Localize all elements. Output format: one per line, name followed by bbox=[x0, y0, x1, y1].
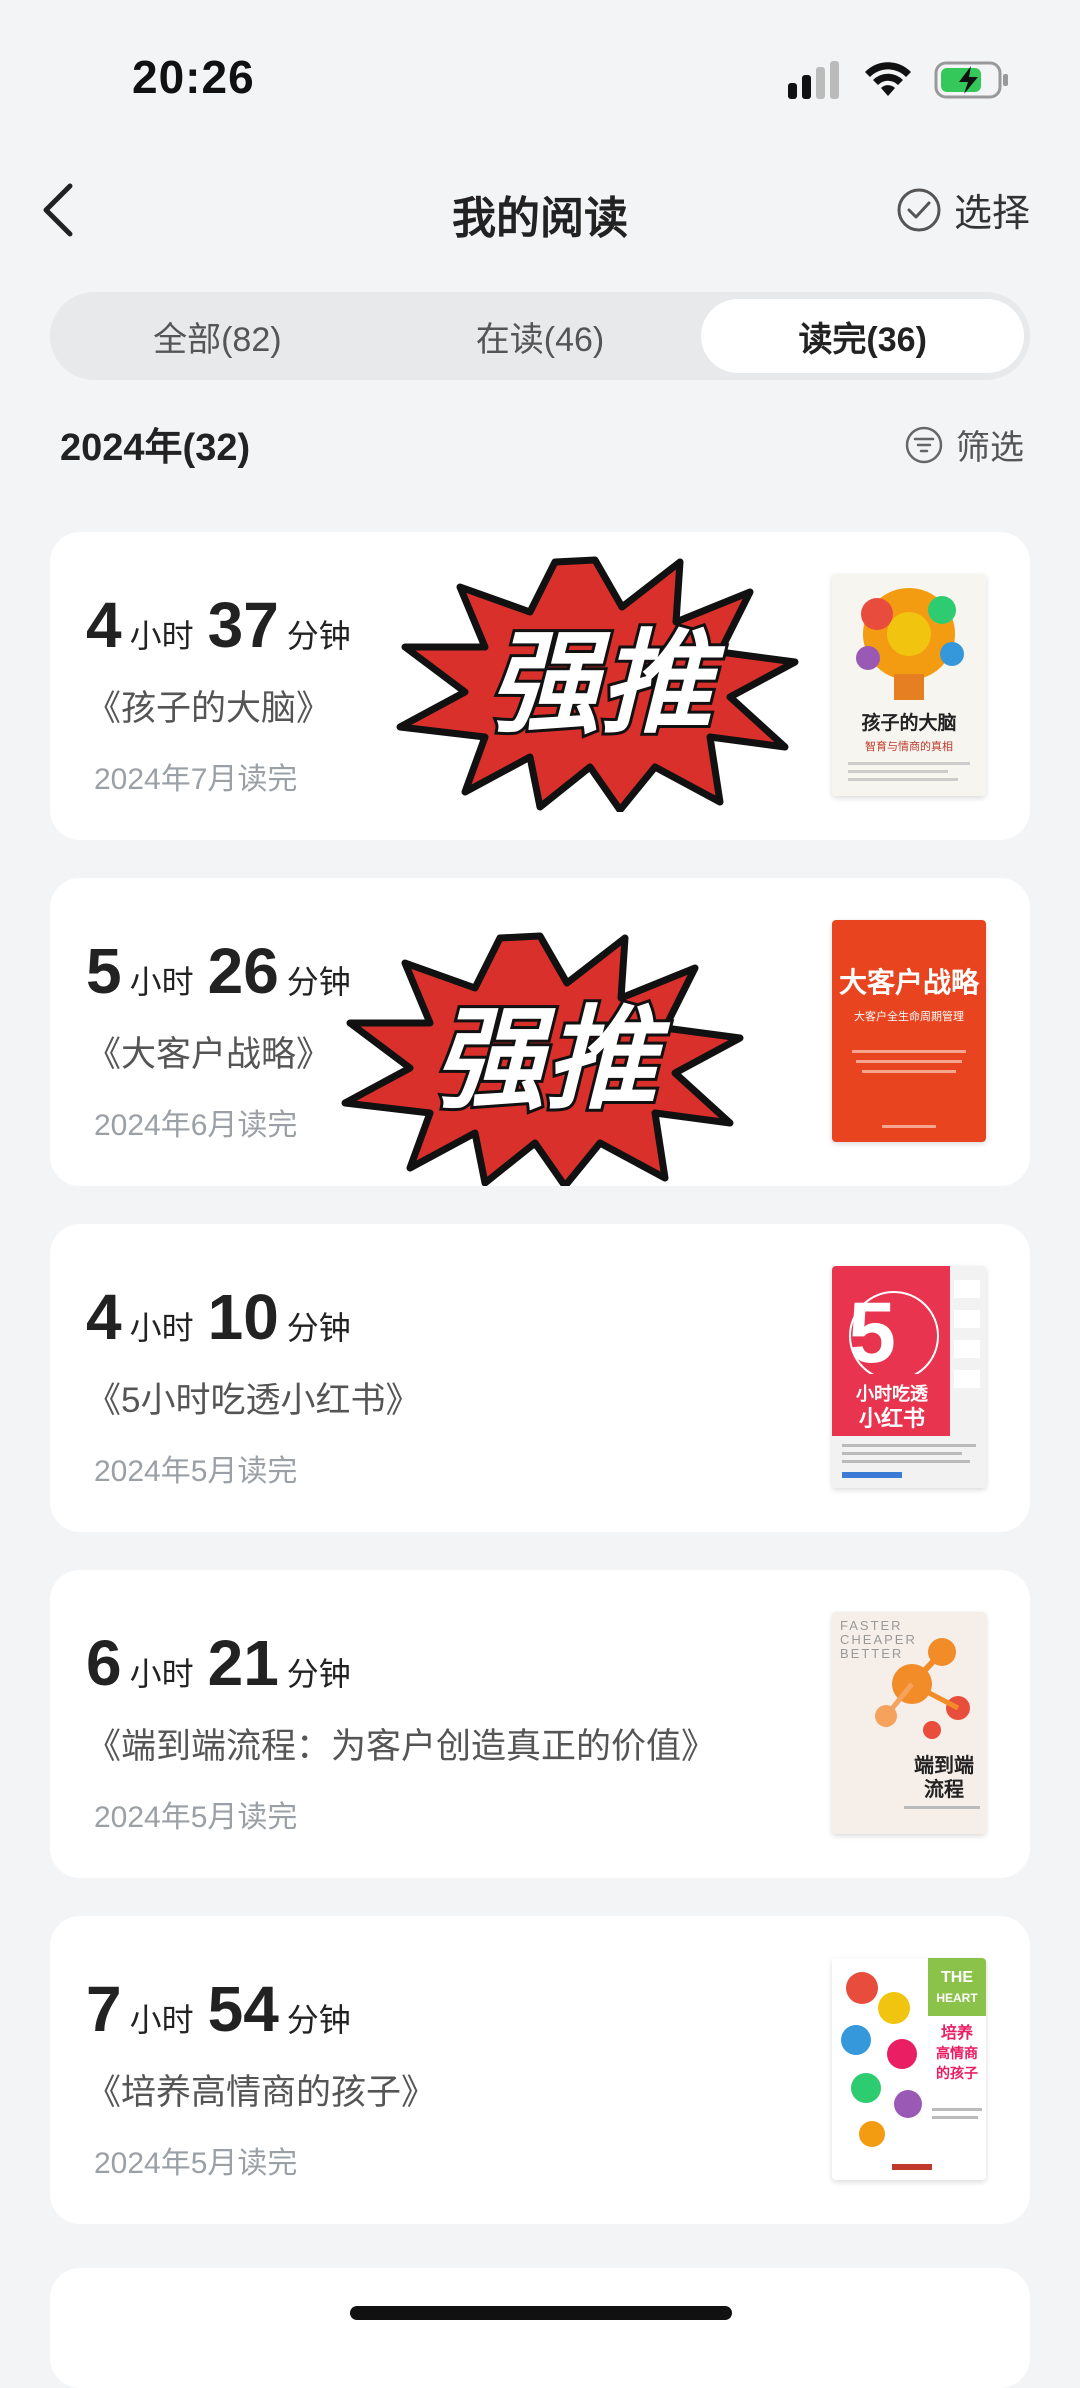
book-title: 《大客户战略》 bbox=[86, 1035, 332, 1074]
duration-hour-unit: 小时 bbox=[129, 1656, 194, 1692]
finish-date: 2024年7月读完 bbox=[94, 763, 298, 796]
check-circle-icon bbox=[897, 188, 941, 231]
duration-minute-unit: 分钟 bbox=[286, 1656, 351, 1692]
home-indicator bbox=[350, 2306, 732, 2320]
duration-minute-unit: 分钟 bbox=[286, 1310, 351, 1346]
reading-duration: 4 小时 10 分钟 bbox=[86, 1280, 357, 1354]
svg-text:的孩子: 的孩子 bbox=[936, 2065, 978, 2081]
reading-duration: 4 小时 37 分钟 bbox=[86, 588, 357, 662]
cover-subtitle: 大客户全生命周期管理 bbox=[854, 1009, 964, 1023]
book-title: 《5小时吃透小红书》 bbox=[86, 1381, 421, 1420]
sticker-text: 强推 bbox=[488, 619, 726, 749]
tab-bar: 全部(82) 在读(46) 读完(36) bbox=[50, 292, 1030, 380]
cover-subtitle: 智育与情商的真相 bbox=[865, 739, 953, 753]
book-card[interactable]: 7 小时 54 分钟 《培养高情商的孩子》 2024年5月读完 THE HEAR… bbox=[50, 1916, 1030, 2224]
nav-bar: 我的阅读 选择 bbox=[0, 160, 1080, 260]
book-title: 《端到端流程：为客户创造真正的价值》 bbox=[86, 1727, 717, 1766]
svg-text:端到端: 端到端 bbox=[914, 1754, 974, 1777]
tab-finished[interactable]: 读完(36) bbox=[701, 299, 1025, 373]
finish-date: 2024年5月读完 bbox=[94, 1801, 298, 1834]
reading-duration: 6 小时 21 分钟 bbox=[86, 1626, 357, 1700]
reading-duration: 5 小时 26 分钟 bbox=[86, 934, 357, 1008]
cover-title: 大客户战略 bbox=[839, 966, 980, 998]
wifi-icon bbox=[865, 62, 911, 96]
select-button[interactable]: 选择 bbox=[896, 182, 1030, 237]
tab-all[interactable]: 全部(82) bbox=[56, 299, 379, 373]
svg-text:HEART: HEART bbox=[936, 1991, 978, 2005]
svg-text:5: 5 bbox=[848, 1285, 896, 1381]
sticker-text: 强推 bbox=[433, 995, 671, 1125]
book-title: 《培养高情商的孩子》 bbox=[86, 2073, 437, 2112]
duration-minutes: 26 bbox=[207, 935, 279, 1007]
svg-text:小红书: 小红书 bbox=[859, 1406, 925, 1431]
duration-hour-unit: 小时 bbox=[129, 964, 194, 1000]
duration-minutes: 54 bbox=[207, 1973, 279, 2045]
battery-charging-icon bbox=[934, 61, 1008, 99]
duration-hours: 4 bbox=[86, 589, 122, 661]
filter-icon bbox=[905, 426, 943, 463]
duration-minute-unit: 分钟 bbox=[286, 618, 351, 654]
filter-label: 筛选 bbox=[956, 429, 1024, 467]
svg-text:BETTER: BETTER bbox=[840, 1646, 903, 1661]
duration-minutes: 37 bbox=[207, 589, 279, 661]
book-cover: 5 小时吃透 小红书 bbox=[832, 1266, 986, 1488]
book-title: 《孩子的大脑》 bbox=[86, 689, 332, 728]
svg-text:FASTER: FASTER bbox=[840, 1618, 903, 1633]
recommend-sticker: 强推 bbox=[341, 932, 744, 1186]
duration-minutes: 21 bbox=[207, 1627, 279, 1699]
year-group-header: 2024年(32) 筛选 bbox=[60, 412, 1024, 472]
book-list: 4 小时 37 分钟 《孩子的大脑》 2024年7月读完 强推 孩子的大脑 智育… bbox=[50, 532, 1030, 2262]
svg-text:高情商: 高情商 bbox=[936, 2045, 978, 2061]
book-cover: 孩子的大脑 智育与情商的真相 bbox=[832, 574, 986, 796]
duration-hour-unit: 小时 bbox=[129, 2002, 194, 2038]
recommend-sticker: 强推 bbox=[396, 556, 799, 812]
tab-reading[interactable]: 在读(46) bbox=[379, 299, 702, 373]
svg-text:培养: 培养 bbox=[941, 2023, 974, 2042]
book-card[interactable]: 6 小时 21 分钟 《端到端流程：为客户创造真正的价值》 2024年5月读完 … bbox=[50, 1570, 1030, 1878]
duration-hour-unit: 小时 bbox=[129, 618, 194, 654]
year-label: 2024年(32) bbox=[60, 427, 251, 469]
cover-title: 孩子的大脑 bbox=[861, 711, 956, 734]
duration-minute-unit: 分钟 bbox=[286, 2002, 351, 2038]
status-icons bbox=[788, 58, 1010, 102]
filter-button[interactable]: 筛选 bbox=[904, 420, 1024, 469]
reading-duration: 7 小时 54 分钟 bbox=[86, 1972, 357, 2046]
book-card[interactable]: 4 小时 37 分钟 《孩子的大脑》 2024年7月读完 强推 孩子的大脑 智育… bbox=[50, 532, 1030, 840]
finish-date: 2024年5月读完 bbox=[94, 1455, 298, 1488]
book-card[interactable]: 5 小时 26 分钟 《大客户战略》 2024年6月读完 强推 大客户战略 大客… bbox=[50, 878, 1030, 1186]
svg-text:流程: 流程 bbox=[924, 1777, 964, 1801]
status-bar: 20:26 bbox=[0, 0, 1080, 150]
svg-text:THE: THE bbox=[941, 1969, 973, 1986]
duration-hours: 6 bbox=[86, 1627, 122, 1699]
status-time: 20:26 bbox=[132, 51, 255, 103]
duration-minutes: 10 bbox=[207, 1281, 279, 1353]
duration-hours: 5 bbox=[86, 935, 122, 1007]
book-card-partial[interactable] bbox=[50, 2268, 1030, 2388]
finish-date: 2024年6月读完 bbox=[94, 1109, 298, 1142]
svg-text:CHEAPER: CHEAPER bbox=[840, 1632, 917, 1647]
duration-hours: 7 bbox=[86, 1973, 122, 2045]
book-cover: THE HEART 培养 高情商 的孩子 bbox=[832, 1958, 986, 2180]
select-label: 选择 bbox=[953, 193, 1030, 235]
book-cover: 大客户战略 大客户全生命周期管理 bbox=[832, 920, 986, 1142]
duration-hours: 4 bbox=[86, 1281, 122, 1353]
finish-date: 2024年5月读完 bbox=[94, 2147, 298, 2180]
book-card[interactable]: 4 小时 10 分钟 《5小时吃透小红书》 2024年5月读完 5 小时吃透 小… bbox=[50, 1224, 1030, 1532]
svg-text:小时吃透: 小时吃透 bbox=[856, 1383, 929, 1404]
duration-hour-unit: 小时 bbox=[129, 1310, 194, 1346]
signal-icon bbox=[788, 61, 839, 99]
book-cover: FASTER CHEAPER BETTER 端到端 流程 bbox=[832, 1612, 986, 1834]
